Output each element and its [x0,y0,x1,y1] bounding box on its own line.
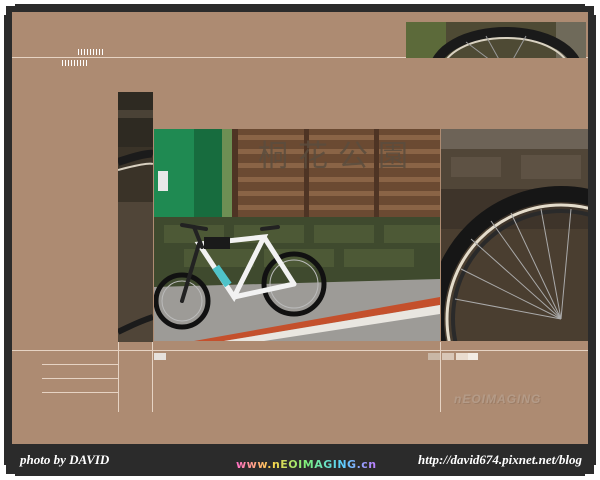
sign-text: 桐花公園 [258,139,418,174]
strip-swatch-2 [428,353,440,360]
main-bicycle-photo: 桐花公園 [154,129,440,341]
corner-bracket-bottom-right [584,464,596,476]
wheel-crop-right [441,129,588,341]
tick-marks-2 [62,60,88,66]
wheel-crop-left [118,92,153,342]
guide-line-right [440,342,441,412]
corner-bracket-bottom-left [4,464,16,476]
logo-text-label: www.nEOIMAGING.cn [236,458,377,471]
strip-swatch-4 [456,353,468,360]
guide-line-short-2 [42,378,118,379]
strip-swatch-1 [154,353,166,360]
logo-text: www.nEOIMAGING.cn [236,458,377,471]
blog-url[interactable]: http://david674.pixnet.net/blog [418,452,582,468]
guide-line-mid [12,350,588,351]
tick-marks-1 [78,49,104,55]
guide-line-short-1 [42,364,118,365]
guide-line-short-3 [42,392,118,393]
strip-swatch-5 [468,353,478,360]
collage-canvas: 桐花公園 nEOIMAGING [12,12,588,444]
watermark: nEOIMAGING [454,392,542,406]
wheel-crop-top-right [406,22,586,58]
photographer-credit: photo by DAVID [20,452,110,467]
strip-swatch-3 [442,353,454,360]
